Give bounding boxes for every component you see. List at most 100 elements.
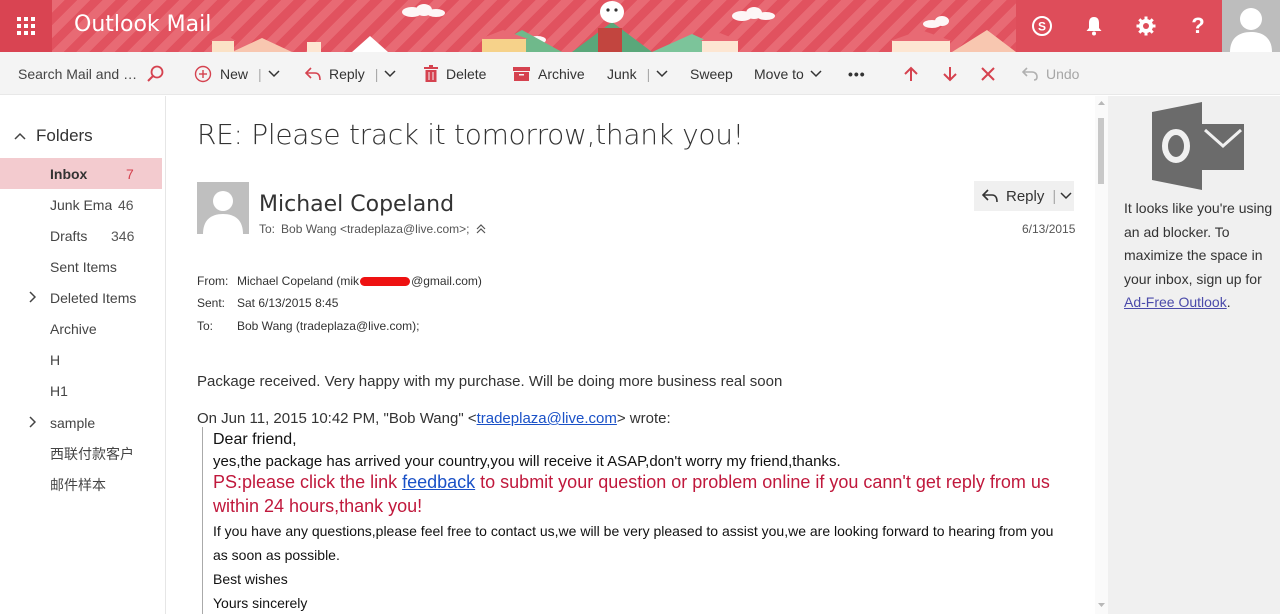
sidebar-item-h1[interactable]: H1 — [0, 375, 162, 406]
notifications-button[interactable] — [1068, 0, 1120, 52]
reply-label: Reply — [329, 65, 365, 82]
reply-button-label: Reply — [1006, 187, 1045, 205]
from-label: From: — [197, 274, 229, 288]
to-value: Bob Wang (tradeplaza@live.com); — [237, 319, 420, 333]
quote-intro: On Jun 11, 2015 10:42 PM, "Bob Wang" <tr… — [197, 410, 671, 427]
plus-circle-icon — [194, 65, 212, 83]
gear-icon — [1136, 16, 1156, 36]
chevron-down-icon — [810, 69, 822, 78]
from-value-suffix: @gmail.com) — [411, 274, 482, 288]
command-bar: Search Mail and P... New | Reply | Delet… — [0, 52, 1280, 95]
settings-button[interactable] — [1120, 0, 1172, 52]
close-message-button[interactable] — [981, 52, 995, 95]
help-button[interactable]: ? — [1172, 0, 1224, 52]
divider: | — [646, 65, 651, 82]
sidebar-item-label: Deleted Items — [50, 289, 136, 306]
sender-name[interactable]: Michael Copeland — [259, 192, 454, 217]
delete-button[interactable]: Delete — [424, 52, 486, 95]
scrollbar-thumb[interactable] — [1098, 118, 1104, 184]
reply-button[interactable]: Reply | — [974, 181, 1074, 211]
move-to-button[interactable]: Move to — [754, 52, 822, 95]
user-avatar-button[interactable] — [1222, 0, 1280, 52]
search-input[interactable]: Search Mail and P... — [18, 66, 142, 82]
sidebar-item-drafts[interactable]: Drafts 346 — [0, 220, 162, 251]
trash-icon — [424, 65, 438, 82]
archive-label: Archive — [538, 65, 585, 82]
folders-header[interactable]: Folders — [14, 126, 93, 146]
item-count: 346 — [111, 227, 135, 244]
move-to-label: Move to — [754, 65, 804, 82]
previous-message-button[interactable] — [904, 52, 918, 95]
outlook-logo-icon — [1152, 102, 1244, 190]
undo-button[interactable]: Undo — [1022, 52, 1079, 95]
scroll-down-icon[interactable] — [1095, 600, 1108, 610]
chevron-right-icon[interactable] — [28, 416, 36, 428]
app-title[interactable]: Outlook Mail — [74, 12, 211, 37]
ad-text: It looks like you're using an ad blocker… — [1124, 200, 1273, 287]
skype-button[interactable]: S — [1016, 0, 1068, 52]
sidebar-item-label: sample — [50, 414, 96, 431]
app-launcher-button[interactable] — [0, 0, 52, 52]
recipient-line: To: Bob Wang <tradeplaza@live.com>; — [259, 222, 486, 236]
message-body: Package received. Very happy with my pur… — [197, 373, 783, 390]
skype-icon: S — [1032, 16, 1052, 36]
chevron-down-icon[interactable] — [384, 69, 396, 78]
ad-free-outlook-link[interactable]: Ad-Free Outlook — [1124, 294, 1227, 310]
sidebar-item-label: Sent Items — [50, 258, 117, 275]
ps-prefix: PS:please click the link — [213, 472, 403, 492]
sidebar-item-label: Archive — [50, 320, 97, 337]
email-link[interactable]: tradeplaza@live.com — [477, 410, 617, 427]
sidebar-item-sent-items[interactable]: Sent Items — [0, 251, 162, 282]
reply-toolbar-button[interactable]: Reply | — [305, 52, 396, 95]
collapse-chevrons-icon[interactable] — [476, 223, 486, 235]
more-actions-button[interactable]: ••• — [848, 52, 866, 95]
reading-pane: RE: Please track it tomorrow,thank you! … — [166, 96, 1108, 614]
scroll-up-icon[interactable] — [1095, 98, 1108, 108]
sidebar-item-h[interactable]: H — [0, 344, 162, 375]
sweep-button[interactable]: Sweep — [690, 52, 733, 95]
sidebar-item-archive[interactable]: Archive — [0, 313, 162, 344]
archive-button[interactable]: Archive — [513, 52, 585, 95]
sidebar-item-mail-samples[interactable]: 邮件样本 — [0, 469, 162, 500]
quote-line: Yours sincerely — [213, 595, 308, 611]
sidebar-item-deleted-items[interactable]: Deleted Items — [0, 282, 162, 313]
quote-intro-prefix: On Jun 11, 2015 10:42 PM, "Bob Wang" < — [197, 410, 477, 427]
quote-line: If you have any questions,please feel fr… — [213, 523, 1054, 539]
sidebar-item-inbox[interactable]: Inbox 7 — [0, 158, 162, 189]
sidebar-item-label: Drafts — [50, 227, 88, 244]
chevron-down-icon[interactable] — [1060, 192, 1072, 200]
junk-button[interactable]: Junk | — [607, 52, 668, 95]
sidebar-item-label: Inbox — [50, 165, 88, 182]
reading-pane-scrollbar[interactable] — [1095, 96, 1108, 614]
folders-label: Folders — [36, 126, 93, 145]
chevron-down-icon[interactable] — [656, 69, 668, 78]
feedback-link[interactable]: feedback — [402, 472, 475, 492]
sidebar-item-label: 西联付款客户 — [50, 445, 134, 462]
to-label: To: — [259, 222, 276, 236]
search-icon[interactable] — [146, 65, 164, 83]
quote-ps-line: PS:please click the link feedback to sub… — [213, 472, 1050, 493]
to-line: To: Bob Wang (tradeplaza@live.com); — [197, 319, 419, 333]
ad-pane: It looks like you're using an ad blocker… — [1108, 96, 1280, 614]
app-launcher-icon — [17, 17, 35, 35]
new-button[interactable]: New | — [194, 52, 280, 95]
chevron-down-icon[interactable] — [268, 69, 280, 78]
recipient-value[interactable]: Bob Wang <tradeplaza@live.com>; — [281, 222, 470, 236]
sidebar-item-western-union-customers[interactable]: 西联付款客户 — [0, 438, 162, 469]
reply-arrow-icon — [305, 66, 321, 81]
chevron-right-icon[interactable] — [28, 291, 36, 303]
sidebar-item-junk-email[interactable]: Junk Ema 46 — [0, 189, 162, 220]
svg-text:S: S — [1038, 20, 1046, 34]
search-box[interactable]: Search Mail and P... — [0, 52, 166, 95]
sidebar-item-sample[interactable]: sample — [0, 407, 162, 438]
close-icon — [981, 66, 995, 81]
unread-count: 7 — [126, 165, 134, 182]
quote-greeting: Dear friend, — [213, 431, 297, 448]
next-message-button[interactable] — [943, 52, 957, 95]
divider: | — [258, 65, 262, 82]
from-line: From: Michael Copeland (mik @gmail.com) — [197, 274, 482, 288]
redaction-mark — [360, 277, 411, 287]
sweep-label: Sweep — [690, 65, 733, 82]
undo-label: Undo — [1046, 65, 1080, 82]
bell-icon — [1086, 17, 1102, 36]
